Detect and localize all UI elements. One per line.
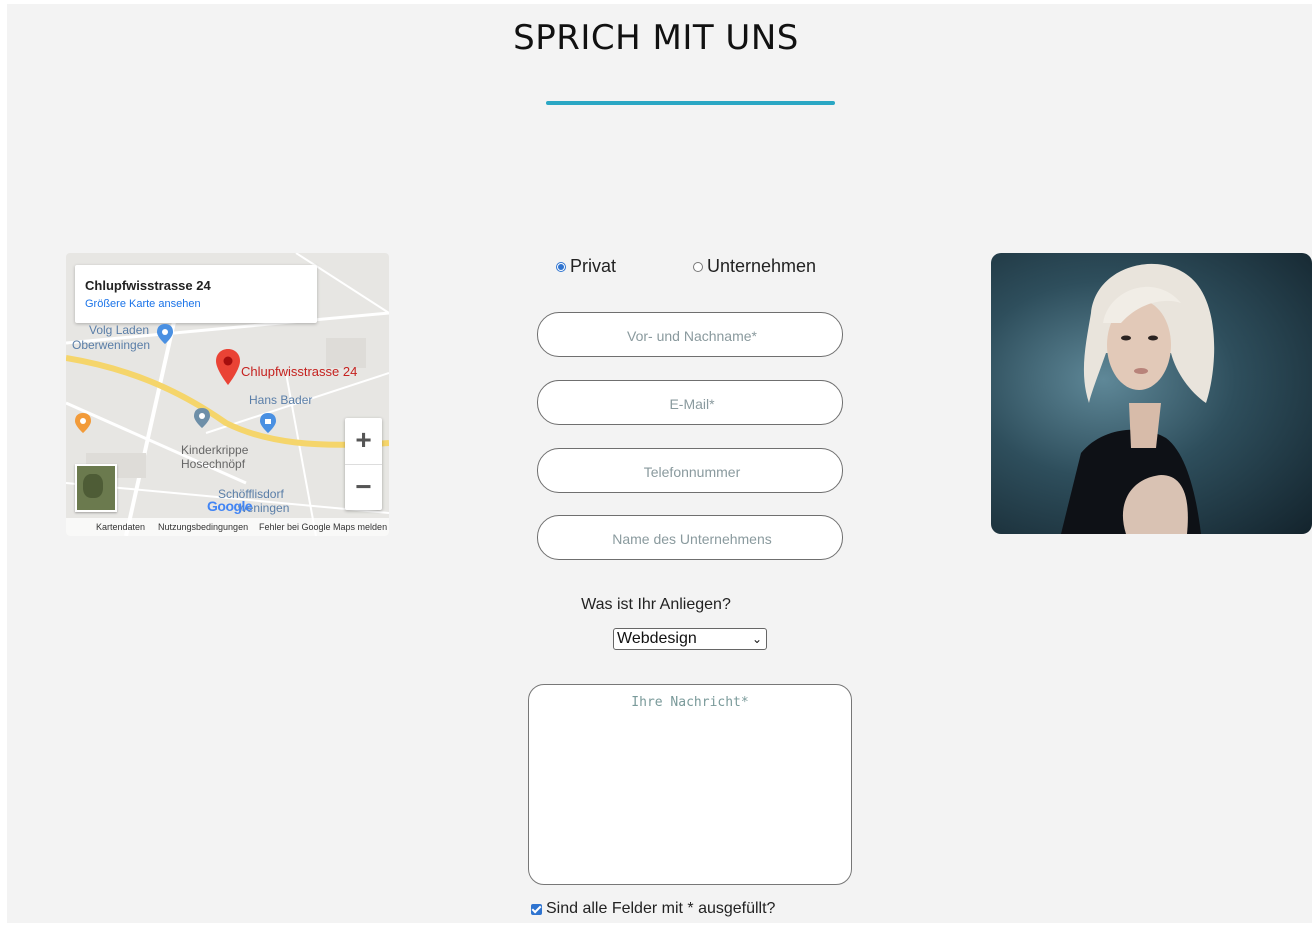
phone-field[interactable]: [537, 448, 846, 494]
chevron-down-icon: ⌄: [751, 632, 762, 646]
company-field[interactable]: [537, 515, 846, 561]
kindergarten-pin-icon: [194, 408, 210, 428]
radio-private[interactable]: Privat: [556, 256, 616, 277]
email-field[interactable]: [537, 380, 846, 426]
zoom-out-button[interactable]: −: [345, 464, 382, 511]
marker-label: Chlupfwisstrasse 24: [241, 364, 358, 379]
concern-label: Was ist Ihr Anliegen?: [581, 596, 731, 613]
map-footer: Kartendaten Nutzungsbedingungen Fehler b…: [66, 518, 389, 536]
google-logo: Google: [207, 498, 253, 514]
name-input[interactable]: [538, 313, 846, 358]
radio-company[interactable]: Unternehmen: [693, 256, 816, 277]
confirm-checkbox-row[interactable]: Sind alle Felder mit * ausgefüllt?: [531, 900, 775, 918]
message-textarea[interactable]: [529, 685, 851, 884]
confirm-checkbox-label: Sind alle Felder mit * ausgefüllt?: [546, 900, 776, 917]
map-data-link[interactable]: Kartendaten: [96, 522, 145, 532]
email-input[interactable]: [538, 381, 846, 426]
lock-pin-icon: [260, 413, 276, 433]
radio-company-label: Unternehmen: [707, 256, 817, 276]
radio-private-label: Privat: [570, 256, 617, 276]
confirm-checkbox[interactable]: [531, 903, 542, 915]
concern-selected-value: Webdesign: [617, 630, 697, 647]
zoom-in-button[interactable]: +: [345, 418, 382, 464]
title-underline: [546, 101, 835, 105]
page-title: SPRICH MIT UNS: [513, 18, 799, 58]
location-marker-icon: [216, 349, 240, 385]
message-field[interactable]: [528, 684, 852, 885]
radio-private-indicator[interactable]: [556, 261, 566, 272]
portrait-photo: [991, 253, 1312, 534]
company-input[interactable]: [538, 516, 846, 561]
map-address: Chlupfwisstrasse 24: [85, 278, 211, 293]
poi-volg: Volg Laden: [89, 323, 150, 337]
satellite-toggle[interactable]: [75, 464, 117, 512]
name-field[interactable]: [537, 312, 846, 358]
concern-select[interactable]: Webdesign ⌄: [613, 628, 767, 650]
poi-kinderkrippe-line1: Kinderkrippe: [181, 443, 249, 457]
terms-link[interactable]: Nutzungsbedingungen: [158, 522, 248, 532]
larger-map-link[interactable]: Größere Karte ansehen: [85, 298, 201, 310]
phone-input[interactable]: [538, 449, 846, 494]
poi-hans-bader: Hans Bader: [249, 393, 313, 407]
poi-oberweningen: Oberweningen: [72, 338, 151, 352]
orange-pin-icon: [75, 413, 91, 433]
report-error-link[interactable]: Fehler bei Google Maps melden: [259, 522, 387, 532]
map-info-card: Chlupfwisstrasse 24 Größere Karte ansehe…: [75, 265, 317, 323]
embedded-map[interactable]: Chlupfwisstrasse 24 Größere Karte ansehe…: [66, 253, 389, 536]
portrait-illustration: [1061, 263, 1215, 534]
map-zoom-control: + −: [345, 418, 382, 510]
radio-company-indicator[interactable]: [693, 261, 703, 272]
shop-pin-icon: [157, 324, 173, 344]
poi-kinderkrippe-line2: Hosechnöpf: [181, 457, 246, 471]
